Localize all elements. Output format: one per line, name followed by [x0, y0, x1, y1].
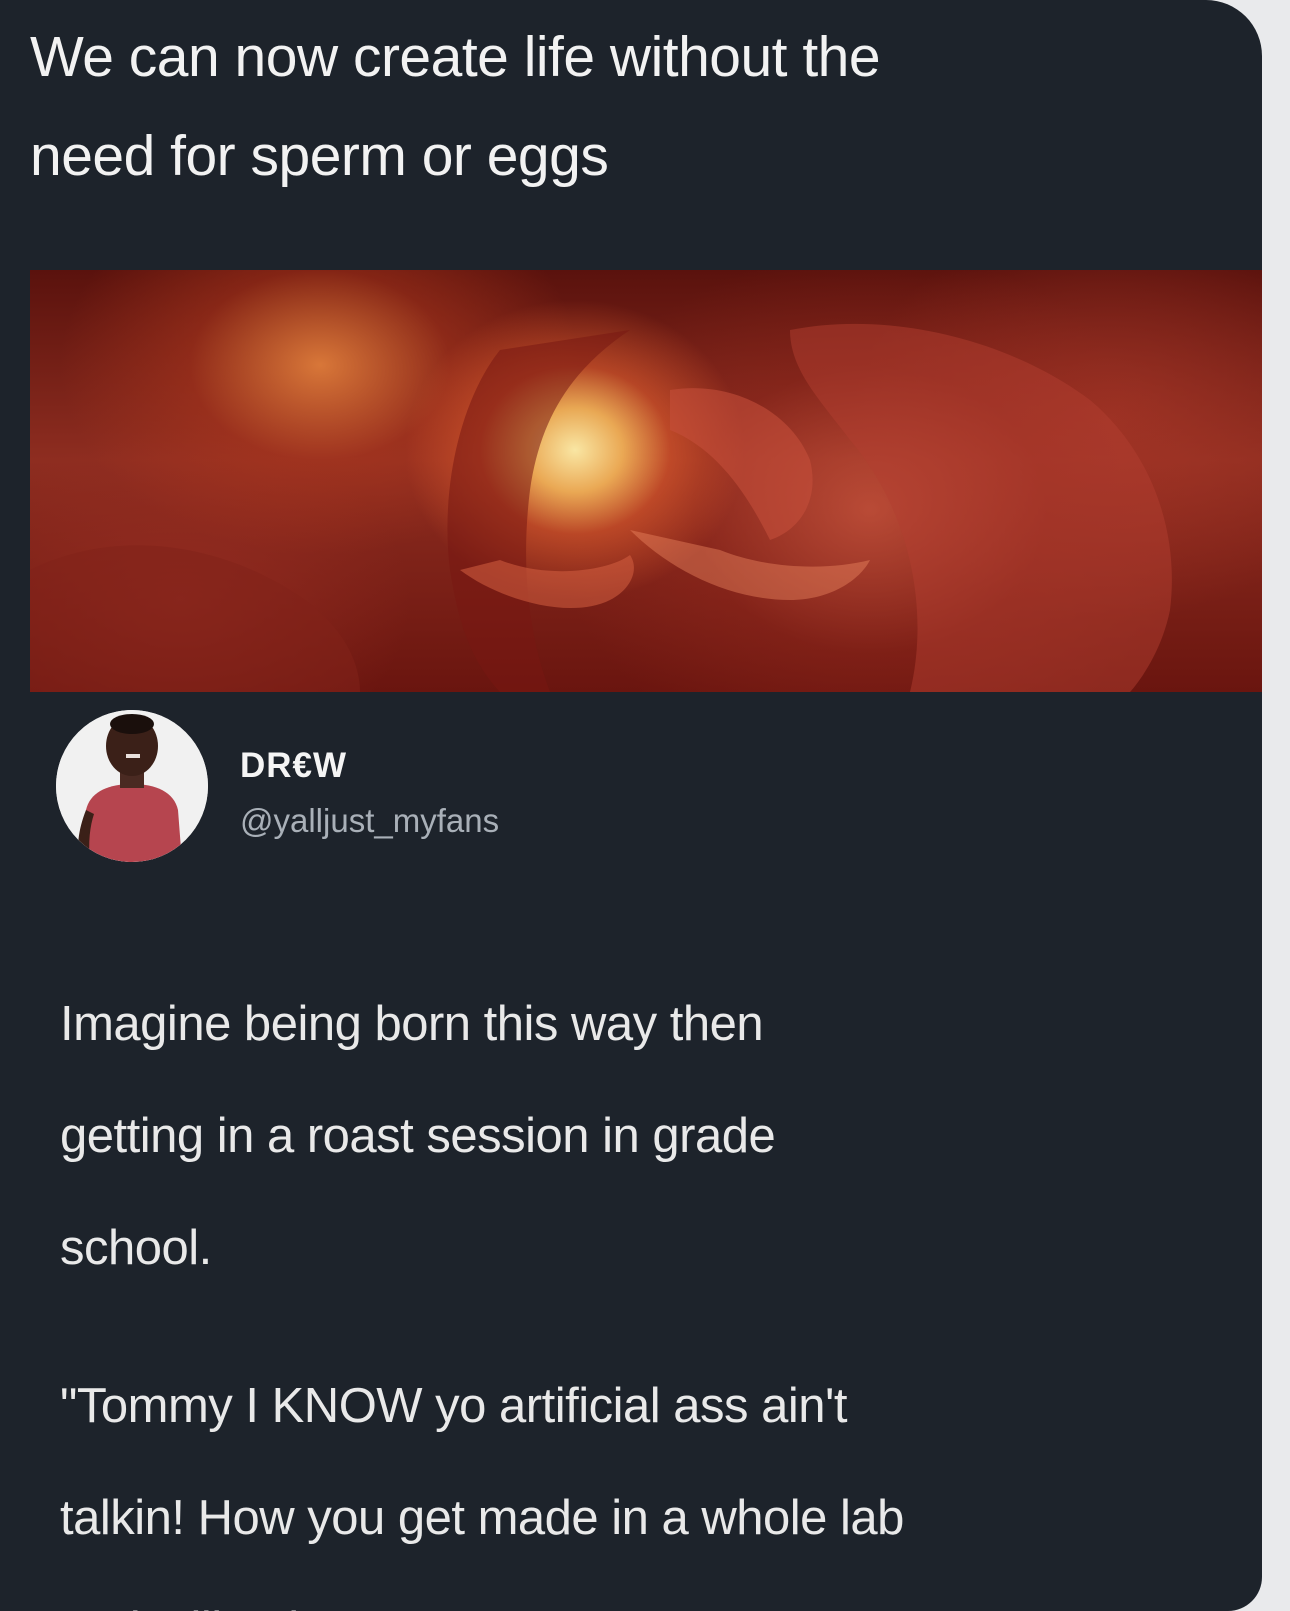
tweet-quote-line: and still ugly?" — [60, 1603, 367, 1611]
tweet-line: Imagine being born this way then — [60, 997, 764, 1051]
meme-caption: We can now create life without the need … — [30, 8, 1220, 206]
tweet-quote: "Tommy I KNOW yo artificial ass ain't ta… — [60, 1350, 1180, 1611]
tweet-card: We can now create life without the need … — [0, 0, 1262, 1611]
author-display-name[interactable]: DR€W — [240, 746, 347, 786]
tweet-quote-line: "Tommy I KNOW yo artificial ass ain't — [60, 1379, 847, 1433]
tweet-body: Imagine being born this way then getting… — [60, 968, 1180, 1611]
caption-line: need for sperm or eggs — [30, 124, 609, 188]
embryo-photo — [30, 270, 1262, 692]
tweet-quote-line: talkin! How you get made in a whole lab — [60, 1491, 904, 1545]
avatar[interactable] — [56, 710, 208, 862]
embryo-shapes — [30, 323, 1172, 692]
author-row: DR€W @yalljust_myfans — [56, 710, 656, 880]
caption-line: We can now create life without the — [30, 25, 881, 89]
tweet-line: getting in a roast session in grade — [60, 1109, 776, 1163]
author-handle[interactable]: @yalljust_myfans — [240, 802, 499, 840]
tweet-line: school. — [60, 1221, 212, 1275]
avatar-person-icon — [56, 710, 208, 862]
